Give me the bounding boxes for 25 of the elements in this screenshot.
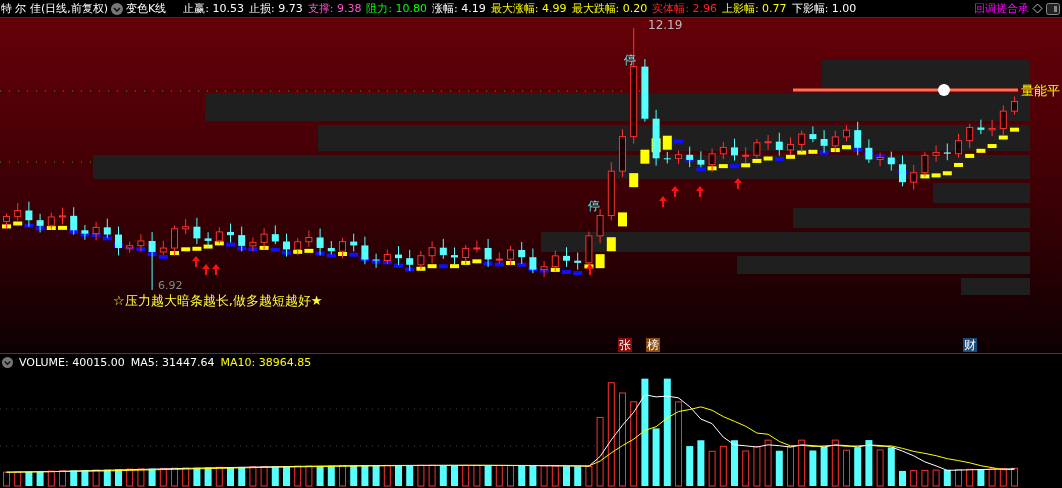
high-price-label: 12.19 (648, 18, 683, 32)
limit-mark: 停 (624, 53, 636, 67)
stat-value: 最大跌幅: 0.20 (571, 1, 648, 16)
stat-value: 涨幅: 4.19 (432, 1, 486, 16)
stat-value: 上影幅: 0.77 (721, 1, 787, 16)
volume-stat: MA10: 38964.85 (220, 356, 312, 369)
stat-value: 止损: 9.73 (249, 1, 303, 16)
limit-mark: 停 (588, 199, 600, 213)
event-tag[interactable]: 张 (618, 338, 632, 352)
indicator-name[interactable]: 变色K线 (126, 1, 167, 16)
platform-label: 量能平 (1021, 83, 1060, 98)
indicator-label: 回调搓合承 (974, 1, 1029, 16)
event-tag[interactable]: 榜 (646, 338, 660, 352)
event-tag[interactable]: 财 (963, 338, 977, 352)
stat-value: 下影幅: 1.00 (791, 1, 857, 16)
stat-value: 支撑: 9.38 (307, 1, 362, 16)
volume-stat: VOLUME: 40015.00 (19, 356, 125, 369)
stat-value: 阻力: 10.80 (366, 1, 428, 16)
low-price-label: 6.92 (158, 279, 183, 292)
stat-value: 实体幅: 2.96 (652, 1, 717, 16)
chart-title: 特 尔 佳(日线,前复权) (1, 1, 109, 16)
volume-stat: MA5: 31447.64 (130, 356, 215, 369)
strategy-caption: ☆压力越大暗条越长,做多越短越好★ (113, 293, 323, 308)
stat-value: 最大涨幅: 4.99 (490, 1, 567, 16)
stat-value: 止赢: 10.53 (183, 1, 244, 16)
